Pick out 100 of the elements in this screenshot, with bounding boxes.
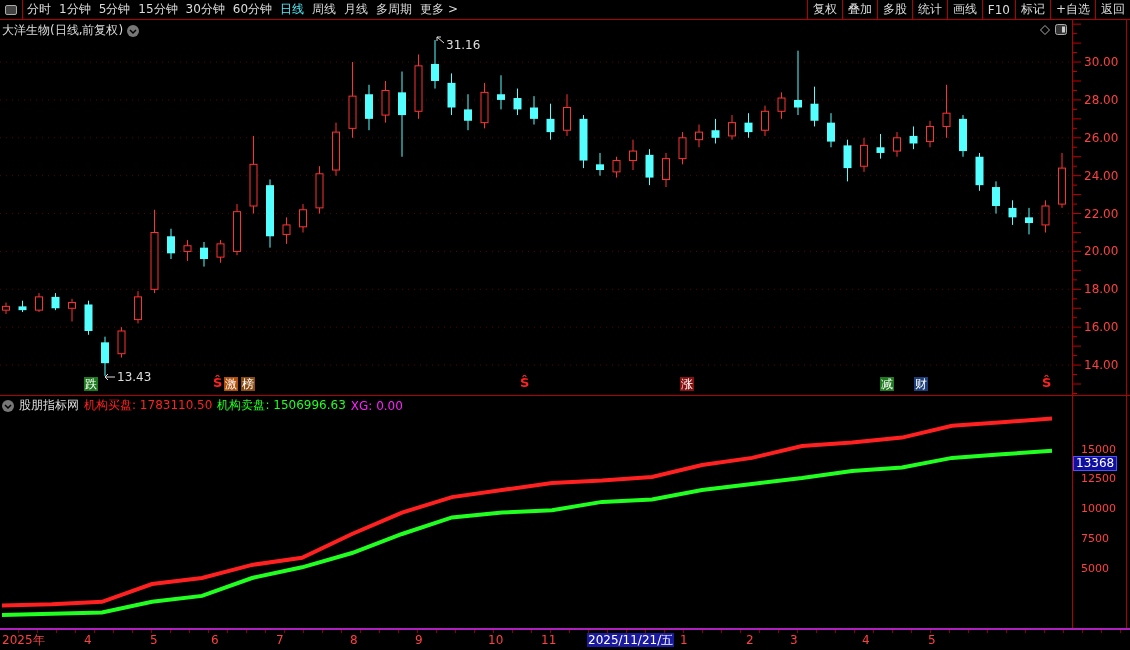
candlestick	[942, 84, 951, 139]
date-axis-label: 11	[541, 633, 557, 647]
date-axis-label: 2025年	[2, 633, 45, 647]
signal-mark: Ŝ	[520, 375, 530, 391]
price-axis-label: 24.00	[1084, 168, 1119, 183]
candlestick	[464, 93, 472, 131]
period-tab[interactable]: 60分钟	[229, 0, 276, 19]
candlestick	[563, 93, 571, 137]
high-price-label: 31.16	[446, 38, 481, 52]
date-axis-label: 2025/11/21/五	[587, 633, 675, 647]
candlestick	[315, 165, 324, 215]
candlestick	[909, 125, 918, 150]
toolbar-button[interactable]: 返回	[1095, 0, 1130, 19]
candlestick	[282, 216, 291, 245]
candlestick	[596, 152, 604, 177]
candlestick	[35, 292, 43, 313]
period-tab[interactable]: 日线	[277, 0, 308, 19]
period-tab[interactable]: 分时	[24, 0, 54, 19]
dropdown-icon[interactable]	[127, 24, 140, 37]
candlestick	[876, 133, 885, 160]
candlestick	[1041, 199, 1050, 233]
candlestick	[233, 203, 241, 256]
period-tab[interactable]: 5分钟	[95, 0, 134, 19]
chart-title: 大洋生物(日线,前复权)	[2, 22, 124, 39]
date-axis-label: 10	[488, 633, 504, 647]
value-axis-label: 15000	[1081, 443, 1116, 456]
current-value-label: 13368	[1073, 456, 1118, 471]
signal-badge: 激	[224, 377, 238, 391]
toolbar-button[interactable]: 统计	[911, 0, 947, 19]
candlestick	[18, 300, 27, 313]
arrow-icon	[104, 373, 116, 381]
low-price-label: 13.43	[117, 370, 152, 384]
price-axis-label: 14.00	[1084, 358, 1119, 373]
price-axis-label: 26.00	[1084, 130, 1119, 145]
candlestick	[926, 120, 934, 148]
legend-value: 机构买盘: 1783110.50	[84, 397, 213, 414]
diamond-icon[interactable]	[1040, 25, 1050, 35]
signal-mark: Ŝ	[213, 375, 223, 391]
candlestick	[777, 91, 786, 120]
signal-badge: 财	[914, 377, 928, 391]
toolbar-button[interactable]: F10	[981, 0, 1015, 19]
candlestick	[1025, 207, 1033, 235]
candlestick	[711, 118, 720, 144]
date-axis-label: 4	[862, 633, 870, 647]
price-axis-label: 28.00	[1084, 92, 1119, 107]
candlestick	[101, 336, 109, 377]
signal-badge: 涨	[680, 377, 694, 391]
period-tab[interactable]: 15分钟	[135, 0, 181, 19]
candlestick	[414, 53, 423, 120]
value-axis-label: 12500	[1081, 473, 1116, 486]
period-tab[interactable]: 周线	[309, 0, 340, 19]
period-tab[interactable]: 1分钟	[56, 0, 94, 19]
dropdown-icon[interactable]	[2, 399, 14, 412]
candlestick	[84, 300, 93, 336]
toolbar-button[interactable]: 多股	[876, 0, 912, 19]
candlestick	[266, 178, 274, 249]
candlestick	[612, 156, 621, 179]
price-axis-label: 18.00	[1084, 282, 1119, 297]
price-axis-label: 20.00	[1084, 244, 1119, 259]
period-tab[interactable]: 更多 >	[417, 0, 461, 19]
signal-badge: 榜	[241, 377, 255, 391]
candlestick	[381, 80, 390, 124]
candlestick	[810, 86, 819, 127]
toolbar-button[interactable]: 画线	[946, 0, 982, 19]
date-axis-label: 6	[211, 633, 219, 647]
value-axis-label: 7500	[1081, 532, 1109, 545]
toolbar-button[interactable]: 复权	[806, 0, 842, 19]
period-tab[interactable]: 月线	[341, 0, 372, 19]
signal-mark: Ŝ	[1042, 375, 1052, 391]
candlestick	[200, 241, 208, 268]
candlestick	[579, 114, 588, 169]
candlestick	[761, 105, 769, 137]
legend-value: 机构卖盘: 1506996.63	[217, 397, 346, 414]
date-axis-label: 5	[150, 633, 158, 647]
candlestick	[216, 239, 225, 264]
toolbar-button[interactable]: +自选	[1049, 0, 1095, 19]
price-axis-label: 22.00	[1084, 206, 1119, 221]
candlestick	[51, 292, 60, 311]
candlestick	[1008, 199, 1017, 226]
date-axis-label: 1	[680, 633, 688, 647]
signal-badge: 跌	[84, 377, 98, 391]
candlestick	[678, 131, 687, 165]
panel-toggle-icon[interactable]	[1055, 24, 1067, 35]
candlestick	[299, 203, 307, 233]
period-tab[interactable]: 多周期	[373, 0, 416, 19]
toolbar-button[interactable]: 标记	[1014, 0, 1050, 19]
candlestick	[167, 228, 175, 260]
candlestick	[183, 239, 192, 262]
candlestick	[497, 74, 505, 110]
toolbar-button[interactable]: 叠加	[841, 0, 877, 19]
candlestick	[447, 72, 456, 116]
candlestick	[992, 180, 1000, 215]
candlestick	[513, 88, 522, 116]
candlestick	[744, 112, 753, 139]
candlestick	[662, 152, 670, 188]
price-axis-label: 16.00	[1084, 320, 1119, 335]
value-axis-label: 10000	[1081, 503, 1116, 515]
candlestick	[480, 82, 489, 129]
period-tab[interactable]: 30分钟	[182, 0, 228, 19]
candlestick	[695, 124, 703, 148]
